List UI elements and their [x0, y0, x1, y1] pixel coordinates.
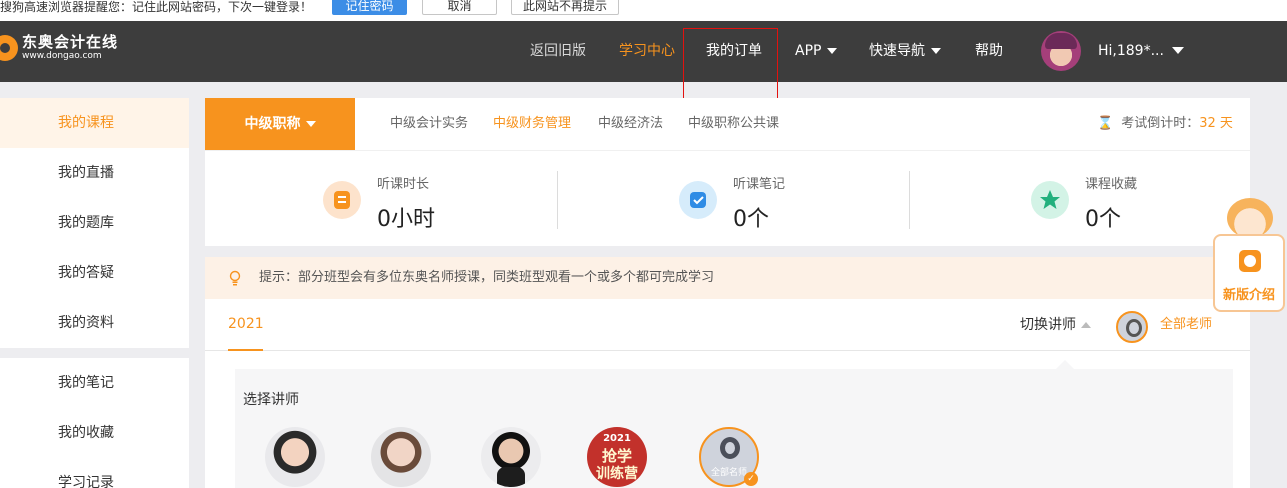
teacher-selection-section: 选择讲师 2021 抢学 训练营 全部名师 ✓ — [205, 351, 1250, 488]
chevron-up-icon — [1081, 322, 1091, 328]
stat-label: 课程收藏 — [1085, 177, 1138, 192]
logo-url: www.dongao.com — [22, 51, 102, 61]
tab-year[interactable]: 2021 — [228, 299, 264, 351]
promo-year: 2021 — [603, 433, 631, 444]
year-filter-bar: 2021 切换讲师 全部老师 — [205, 299, 1250, 351]
tab-public-course[interactable]: 中级职称公共课 — [688, 98, 779, 150]
stat-value: 0个 — [733, 207, 769, 232]
all-famous-teachers-avatar[interactable]: 全部名师 ✓ — [699, 427, 759, 487]
chevron-down-icon — [305, 121, 316, 127]
site-logo[interactable]: 东奥会计在线 www.dongao.com — [0, 34, 118, 62]
stat-value: 0个 — [1085, 207, 1121, 232]
nav-quick-navigation-label: 快速导航 — [869, 43, 925, 59]
sidebar-item-my-materials[interactable]: 我的资料 — [0, 298, 189, 348]
new-version-intro-widget[interactable]: 新版介绍 — [1213, 198, 1287, 314]
nav-learning-center[interactable]: 学习中心 — [619, 21, 675, 82]
switch-teacher-toggle[interactable]: 切换讲师 — [1020, 299, 1091, 351]
chevron-down-icon — [931, 48, 941, 54]
tip-text: 提示：部分班型会有多位东奥名师授课，同类班型观看一个或多个都可完成学习 — [259, 270, 715, 285]
logo-icon — [0, 35, 18, 61]
tip-banner: 提示：部分班型会有多位东奥名师授课，同类班型观看一个或多个都可完成学习 — [205, 257, 1250, 299]
teacher-panel: 选择讲师 2021 抢学 训练营 全部名师 ✓ — [235, 369, 1233, 488]
sidebar-item-my-qa[interactable]: 我的答疑 — [0, 248, 189, 298]
user-avatar[interactable] — [1041, 31, 1081, 71]
intro-card: 新版介绍 — [1213, 234, 1285, 312]
stat-label: 听课时长 — [377, 177, 430, 192]
star-icon — [1031, 181, 1069, 219]
teacher-avatar[interactable] — [265, 427, 325, 487]
all-teachers-label[interactable]: 全部老师 — [1160, 299, 1212, 351]
sidebar-item-study-records[interactable]: 学习记录 — [0, 458, 189, 488]
clock-icon — [323, 181, 361, 219]
password-save-bar: 搜狗高速浏览器提醒您：记住此网站密码，下次一键登录！ 记住密码 取消 此网站不再… — [0, 0, 1287, 21]
sidebar-group-secondary: 我的笔记 我的收藏 学习记录 — [0, 358, 189, 488]
nav-my-orders[interactable]: 我的订单 — [706, 21, 762, 82]
sidebar-item-my-courses[interactable]: 我的课程 — [0, 98, 189, 148]
promo-line2: 训练营 — [596, 466, 638, 482]
nav-app-label: APP — [795, 43, 822, 59]
stat-listening-time: 听课时长 0小时 — [323, 151, 553, 247]
countdown-label: 考试倒计时： — [1121, 116, 1200, 131]
sidebar-group-primary: 我的课程 我的直播 我的题库 我的答疑 我的资料 — [0, 98, 189, 348]
logo-icon — [720, 437, 740, 459]
exam-countdown: ⌛ 考试倒计时：32 天 — [1097, 98, 1233, 150]
chevron-down-icon — [827, 48, 838, 54]
study-stats: 听课时长 0小时 听课笔记 0个 课程收藏 0个 — [205, 150, 1250, 246]
stat-notes: 听课笔记 0个 — [679, 151, 909, 247]
divider — [557, 171, 558, 229]
switch-teacher-label: 切换讲师 — [1020, 317, 1076, 333]
teacher-avatar[interactable] — [481, 427, 541, 487]
sidebar-item-my-notes[interactable]: 我的笔记 — [0, 358, 189, 408]
tab-economic-law[interactable]: 中级经济法 — [598, 98, 663, 150]
level-dropdown[interactable]: 中级职称 — [205, 98, 355, 150]
nav-quick-navigation[interactable]: 快速导航 — [869, 21, 941, 82]
intro-label: 新版介绍 — [1222, 288, 1275, 303]
teacher-avatar[interactable] — [371, 427, 431, 487]
nav-help[interactable]: 帮助 — [975, 21, 1003, 82]
password-prompt-message: 搜狗高速浏览器提醒您：记住此网站密码，下次一键登录！ — [0, 0, 313, 14]
tab-intermediate-accounting[interactable]: 中级会计实务 — [390, 98, 468, 150]
promo-bootcamp-avatar[interactable]: 2021 抢学 训练营 — [587, 427, 647, 487]
user-greeting[interactable]: Hi,189*... — [1098, 21, 1164, 82]
play-icon — [1239, 250, 1261, 272]
level-dropdown-label: 中级职称 — [244, 116, 301, 132]
nav-app[interactable]: APP — [795, 21, 838, 82]
lightbulb-icon — [229, 270, 241, 286]
top-navigation: 东奥会计在线 www.dongao.com 返回旧版 学习中心 我的订单 APP… — [0, 21, 1287, 82]
subject-tabbar: 中级职称 中级会计实务 中级财务管理 中级经济法 中级职称公共课 ⌛ 考试倒计时：… — [205, 98, 1250, 150]
all-teachers-icon[interactable] — [1116, 311, 1148, 343]
sidebar-item-my-live[interactable]: 我的直播 — [0, 148, 189, 198]
cancel-button[interactable]: 取消 — [422, 0, 497, 15]
select-teacher-title: 选择讲师 — [243, 392, 299, 408]
note-icon — [679, 181, 717, 219]
hourglass-icon: ⌛ — [1097, 116, 1114, 131]
nav-back-old-version[interactable]: 返回旧版 — [530, 21, 586, 82]
remember-password-button[interactable]: 记住密码 — [332, 0, 407, 15]
sidebar-item-my-question-bank[interactable]: 我的题库 — [0, 198, 189, 248]
user-menu-chevron-icon[interactable] — [1172, 47, 1184, 54]
never-prompt-button[interactable]: 此网站不再提示 — [511, 0, 619, 15]
countdown-unit: 天 — [1219, 116, 1233, 131]
logo-name: 东奥会计在线 — [22, 33, 119, 51]
check-icon: ✓ — [744, 472, 758, 486]
stat-value: 0小时 — [377, 207, 435, 232]
countdown-value: 32 — [1199, 116, 1216, 131]
tab-financial-management[interactable]: 中级财务管理 — [493, 98, 571, 150]
sidebar-item-my-favorites[interactable]: 我的收藏 — [0, 408, 189, 458]
stat-label: 听课笔记 — [733, 177, 786, 192]
divider — [909, 171, 910, 229]
mascot-icon — [1227, 198, 1273, 238]
